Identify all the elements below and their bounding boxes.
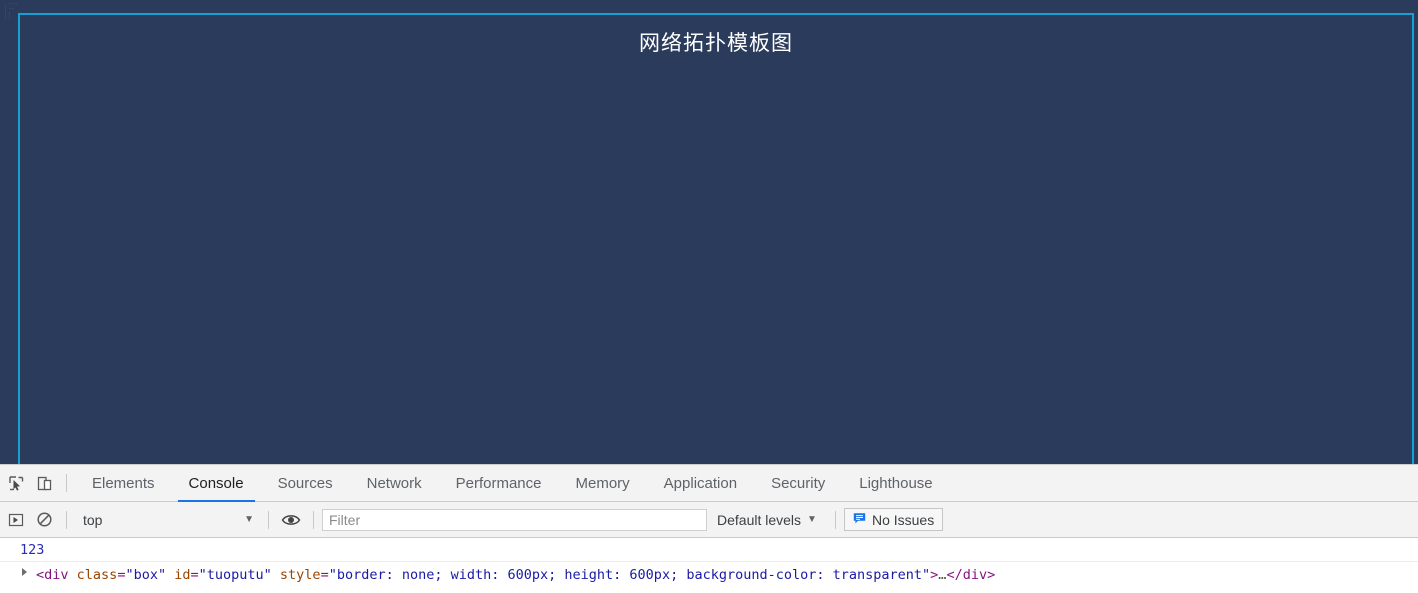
- console-message-text: 123: [20, 542, 45, 558]
- console-filter-input[interactable]: [322, 508, 707, 531]
- console-divider-3: [313, 510, 314, 529]
- console-output: 123 <div class="box" id="tuoputu" style=…: [0, 538, 1418, 593]
- console-message-element[interactable]: <div class="box" id="tuoputu" style="bor…: [0, 562, 1418, 587]
- live-expression-eye-icon[interactable]: [277, 506, 305, 534]
- tab-label: Console: [188, 474, 244, 492]
- page-title: 网络拓扑模板图: [639, 31, 793, 55]
- console-context-value: top: [83, 511, 103, 528]
- tab-security[interactable]: Security: [754, 465, 842, 502]
- console-element-markup: <div class="box" id="tuoputu" style="bor…: [36, 567, 996, 583]
- devtools-panel: Elements Console Sources Network Perform…: [0, 464, 1418, 593]
- tab-label: Elements: [92, 474, 155, 492]
- tab-label: Sources: [277, 474, 333, 492]
- tab-console[interactable]: Console: [172, 465, 261, 502]
- console-levels-label: Default levels: [717, 511, 802, 528]
- expand-arrow-icon[interactable]: [22, 568, 27, 576]
- tab-label: Lighthouse: [859, 474, 933, 492]
- devtools-tool-icons: [0, 469, 58, 497]
- console-divider-4: [834, 510, 836, 529]
- inspect-element-icon[interactable]: [2, 469, 30, 497]
- tab-label: Network: [366, 474, 422, 492]
- console-levels-select[interactable]: Default levels ▼: [707, 512, 827, 528]
- no-issues-label: No Issues: [871, 511, 935, 528]
- tab-label: Performance: [455, 474, 542, 492]
- no-issues-button[interactable]: No Issues: [843, 508, 944, 531]
- tab-application[interactable]: Application: [647, 465, 754, 502]
- tab-elements[interactable]: Elements: [75, 465, 172, 502]
- devtools-tabs: Elements Console Sources Network Perform…: [75, 465, 950, 502]
- tab-network[interactable]: Network: [350, 465, 439, 502]
- clear-console-icon[interactable]: [30, 506, 58, 534]
- console-divider-2: [268, 510, 269, 529]
- tab-memory[interactable]: Memory: [559, 465, 647, 502]
- execute-console-icon[interactable]: [2, 506, 30, 534]
- console-message-number[interactable]: 123: [0, 538, 1418, 562]
- tab-lighthouse[interactable]: Lighthouse: [842, 465, 949, 502]
- tab-performance[interactable]: Performance: [439, 465, 559, 502]
- chevron-down-icon: ▼: [244, 514, 254, 525]
- chevron-down-icon: ▼: [807, 514, 817, 525]
- browser-window: 网络拓扑模板图 Elements Console Sources Network…: [0, 0, 1418, 593]
- console-divider-1: [66, 510, 67, 529]
- tab-label: Application: [663, 474, 738, 492]
- page-viewport: 网络拓扑模板图: [0, 0, 1418, 464]
- tab-sources[interactable]: Sources: [261, 465, 350, 502]
- tab-label: Security: [771, 474, 826, 492]
- issues-message-icon: [853, 512, 866, 528]
- console-toolbar: top ▼ Default levels ▼: [0, 502, 1418, 538]
- topology-box: 网络拓扑模板图: [18, 13, 1414, 464]
- toolbar-divider: [66, 474, 67, 492]
- console-context-select[interactable]: top ▼: [75, 508, 260, 532]
- tab-label: Memory: [575, 474, 630, 492]
- device-toolbar-icon[interactable]: [30, 469, 58, 497]
- devtools-tabbar: Elements Console Sources Network Perform…: [0, 465, 1418, 502]
